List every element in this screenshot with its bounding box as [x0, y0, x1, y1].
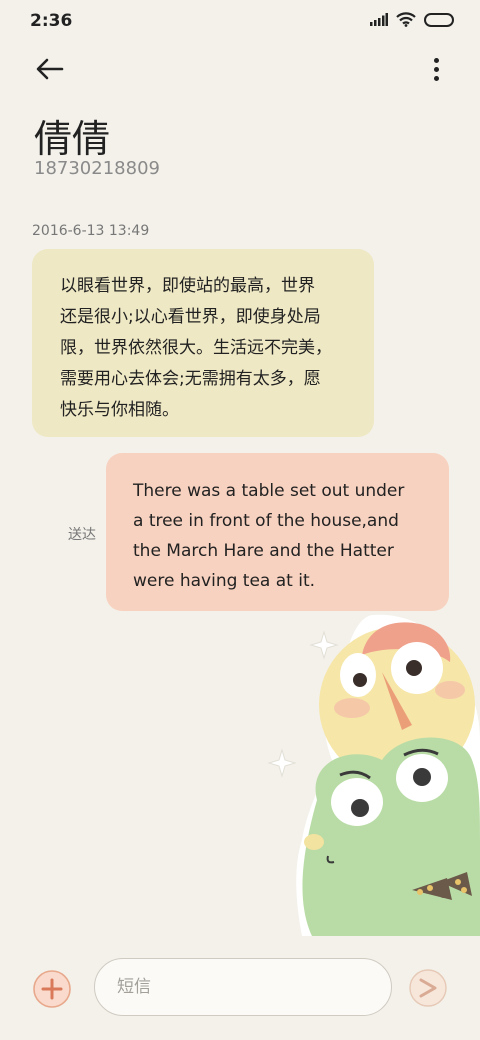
message-line: 以眼看世界，即使站的最高，世界: [60, 276, 315, 296]
contact-number: 18730218809: [34, 158, 160, 179]
add-attachment-button[interactable]: [32, 969, 72, 1009]
plus-icon: [33, 970, 71, 1008]
delivery-status: 送达: [68, 527, 96, 543]
message-input[interactable]: [94, 958, 392, 1016]
status-time: 2:36: [30, 11, 73, 31]
message-line: 还是很小;以心看世界，即使身处局: [60, 307, 321, 327]
message-line: 限，世界依然很大。生活远不完美，: [60, 338, 332, 358]
send-button[interactable]: [408, 968, 448, 1008]
incoming-message-bubble[interactable]: 以眼看世界，即使站的最高，世界 还是很小;以心看世界，即使身处局 限，世界依然很…: [32, 249, 374, 437]
chick-frog-sticker: [267, 614, 480, 936]
outgoing-message-bubble[interactable]: There was a table set out under a tree i…: [106, 453, 449, 611]
signal-icon: [370, 13, 388, 26]
battery-icon: [424, 12, 454, 27]
wifi-icon: [396, 12, 416, 27]
message-line: were having tea at it.: [133, 571, 316, 591]
more-options-button[interactable]: [428, 54, 444, 84]
status-icons: [370, 12, 454, 27]
arrow-left-icon: [36, 58, 64, 80]
message-line: the March Hare and the Hatter: [133, 541, 394, 561]
message-line: There was a table set out under: [133, 481, 405, 501]
message-line: 需要用心去体会;无需拥有太多，愿: [60, 369, 321, 389]
status-bar: 2:36: [0, 0, 480, 40]
message-line: a tree in front of the house,and: [133, 511, 399, 531]
back-button[interactable]: [32, 52, 68, 86]
more-vertical-icon: [433, 57, 439, 63]
contact-name: 倩倩: [34, 117, 111, 161]
message-timestamp: 2016-6-13 13:49: [32, 223, 150, 239]
send-arrow-icon: [409, 969, 447, 1007]
message-line: 快乐与你相随。: [60, 400, 179, 420]
